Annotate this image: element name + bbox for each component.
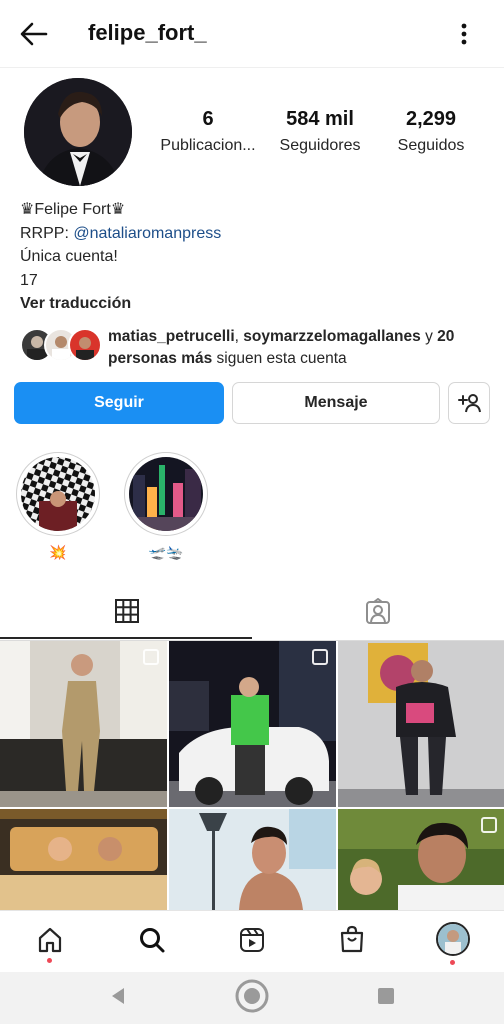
profile-bio: ♛Felipe Fort♛ RRPP: @nataliaromanpress Ú…	[20, 198, 221, 316]
message-button[interactable]: Mensaje	[232, 382, 440, 424]
active-tab-indicator	[0, 637, 252, 639]
profile-avatar[interactable]	[24, 78, 132, 186]
carousel-icon	[143, 649, 159, 665]
followers-label: Seguidores	[279, 137, 361, 154]
system-home-icon[interactable]	[234, 978, 270, 1014]
post-thumbnail[interactable]	[169, 641, 336, 807]
search-icon[interactable]	[138, 926, 166, 954]
posts-label: Publicacion...	[160, 137, 256, 154]
reels-icon[interactable]	[238, 926, 266, 954]
posts-count: 6	[202, 108, 214, 130]
profile-tab-avatar[interactable]	[436, 922, 470, 956]
grid-icon[interactable]	[114, 598, 140, 624]
bio-rrpp-prefix: RRPP:	[20, 224, 74, 242]
notification-dot	[47, 958, 52, 963]
story-highlight[interactable]	[124, 452, 208, 536]
followed-by-text: matias_petrucelli, soymarzzelomagallanes…	[108, 328, 455, 367]
system-recents-icon[interactable]	[376, 986, 396, 1006]
post-thumbnail[interactable]	[338, 641, 504, 807]
post-thumbnail[interactable]	[338, 809, 504, 910]
highlight-cover	[21, 457, 95, 531]
bio-rrpp-line: RRPP: @nataliaromanpress	[20, 222, 221, 246]
see-translation-link[interactable]: Ver traducción	[20, 292, 221, 316]
bio-line: Única cuenta!	[20, 248, 118, 265]
post-thumbnail[interactable]	[169, 809, 336, 910]
shop-icon[interactable]	[338, 924, 366, 954]
home-icon[interactable]	[36, 926, 64, 954]
notification-dot	[450, 960, 455, 965]
highlight-cover	[129, 457, 203, 531]
following-count: 2,299	[405, 108, 457, 130]
post-thumbnail[interactable]	[0, 641, 167, 807]
stat-posts[interactable]: 6 Publicacion...	[148, 108, 268, 155]
followed-user[interactable]: matias_petrucelli	[108, 328, 235, 345]
tagged-icon[interactable]	[364, 598, 392, 626]
followed-by-avatars	[20, 328, 102, 362]
arrow-left-icon[interactable]	[16, 18, 52, 50]
profile-display-name: ♛Felipe Fort♛	[20, 201, 126, 218]
add-person-icon	[458, 394, 481, 413]
carousel-icon	[312, 649, 328, 665]
highlight-label: 💥	[49, 544, 67, 560]
highlight-label: 🛫🛬	[148, 544, 184, 560]
stat-followers[interactable]: 584 mil Seguidores	[260, 108, 380, 155]
top-bar	[0, 0, 504, 68]
followed-user[interactable]: soymarzzelomagallanes	[243, 328, 420, 345]
stat-following[interactable]: 2,299 Seguidos	[371, 108, 491, 155]
story-highlight[interactable]	[16, 452, 100, 536]
bio-line: 17	[20, 271, 38, 289]
avatar	[68, 328, 102, 362]
profile-tabs	[0, 586, 504, 641]
profile-username: felipe_fort_	[88, 20, 207, 45]
suggest-accounts-button[interactable]	[448, 382, 490, 424]
more-vertical-icon[interactable]	[452, 20, 476, 48]
follow-button[interactable]: Seguir	[14, 382, 224, 424]
followers-count: 584 mil	[286, 108, 354, 130]
following-label: Seguidos	[397, 137, 465, 154]
post-thumbnail[interactable]	[0, 809, 167, 910]
carousel-icon	[481, 817, 497, 833]
bio-rrpp-link[interactable]: @nataliaromanpress	[73, 225, 221, 242]
system-back-icon[interactable]	[108, 986, 128, 1006]
